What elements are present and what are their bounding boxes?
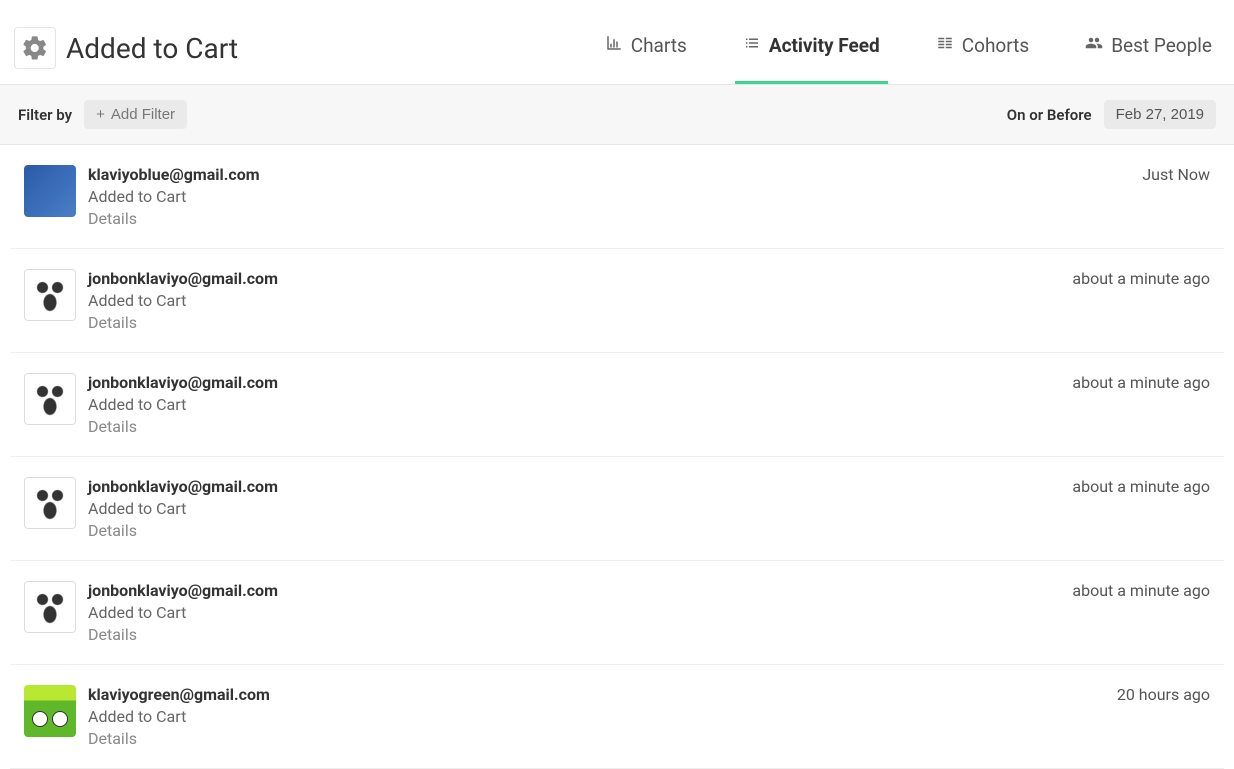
people-icon [1085, 34, 1103, 57]
add-filter-label: Add Filter [111, 106, 175, 123]
feed-timestamp: about a minute ago [1072, 269, 1210, 288]
feed-details-link[interactable]: Details [88, 729, 1105, 748]
nav-tabs: Charts Activity Feed Cohorts Best People [597, 12, 1220, 84]
filter-by-label: Filter by [18, 106, 72, 124]
feed-body: jonbonklaviyo@gmail.com Added to Cart Deta… [88, 581, 1060, 644]
feed-action: Added to Cart [88, 291, 1060, 310]
feed-email[interactable]: klaviyoblue@gmail.com [88, 165, 1130, 184]
gear-icon [14, 27, 56, 69]
grid-icon [936, 34, 954, 57]
tab-cohorts[interactable]: Cohorts [928, 12, 1037, 84]
avatar[interactable] [24, 269, 76, 321]
tab-cohorts-label: Cohorts [962, 34, 1029, 57]
list-icon [743, 34, 761, 57]
feed-email[interactable]: jonbonklaviyo@gmail.com [88, 477, 1060, 496]
feed-timestamp: 20 hours ago [1117, 685, 1210, 704]
feed-body: jonbonklaviyo@gmail.com Added to Cart Deta… [88, 477, 1060, 540]
feed-body: jonbonklaviyo@gmail.com Added to Cart Deta… [88, 269, 1060, 332]
page-title: Added to Cart [66, 32, 238, 65]
feed-email[interactable]: klaviyogreen@gmail.com [88, 685, 1105, 704]
feed-email[interactable]: jonbonklaviyo@gmail.com [88, 581, 1060, 600]
feed-item: jonbonklaviyo@gmail.com Added to Cart Deta… [10, 249, 1224, 353]
feed-item: klaviyoblue@gmail.com Added to Cart Detail… [10, 145, 1224, 249]
feed-item: jonbonklaviyo@gmail.com Added to Cart Deta… [10, 353, 1224, 457]
feed-action: Added to Cart [88, 603, 1060, 622]
feed-item: jonbonklaviyo@gmail.com Added to Cart Deta… [10, 561, 1224, 665]
feed-details-link[interactable]: Details [88, 209, 1130, 228]
page-header: Added to Cart Charts Activity Feed Cohor… [0, 0, 1234, 85]
feed-details-link[interactable]: Details [88, 313, 1060, 332]
header-left: Added to Cart [14, 27, 238, 69]
feed-action: Added to Cart [88, 187, 1130, 206]
feed-item: jonbonklaviyo@gmail.com Added to Cart Deta… [10, 457, 1224, 561]
feed-timestamp: about a minute ago [1072, 477, 1210, 496]
feed-item: klaviyogreen@gmail.com Added to Cart Detai… [10, 665, 1224, 769]
filter-right: On or Before Feb 27, 2019 [1007, 100, 1216, 129]
feed-timestamp: about a minute ago [1072, 373, 1210, 392]
feed-email[interactable]: jonbonklaviyo@gmail.com [88, 269, 1060, 288]
filter-left: Filter by + Add Filter [18, 100, 187, 129]
date-filter-button[interactable]: Feb 27, 2019 [1104, 100, 1216, 129]
avatar[interactable] [24, 477, 76, 529]
feed-details-link[interactable]: Details [88, 625, 1060, 644]
feed-action: Added to Cart [88, 395, 1060, 414]
feed-action: Added to Cart [88, 499, 1060, 518]
filter-bar: Filter by + Add Filter On or Before Feb … [0, 85, 1234, 145]
avatar[interactable] [24, 373, 76, 425]
feed-timestamp: Just Now [1142, 165, 1210, 184]
feed-body: klaviyogreen@gmail.com Added to Cart Detai… [88, 685, 1105, 748]
feed-body: klaviyoblue@gmail.com Added to Cart Detail… [88, 165, 1130, 228]
tab-charts-label: Charts [631, 34, 687, 57]
chart-icon [605, 34, 623, 57]
feed-details-link[interactable]: Details [88, 417, 1060, 436]
activity-feed-list: klaviyoblue@gmail.com Added to Cart Detail… [0, 145, 1234, 769]
tab-activity-feed-label: Activity Feed [769, 34, 880, 57]
tab-charts[interactable]: Charts [597, 12, 695, 84]
feed-action: Added to Cart [88, 707, 1105, 726]
feed-timestamp: about a minute ago [1072, 581, 1210, 600]
tab-best-people[interactable]: Best People [1077, 12, 1220, 84]
avatar[interactable] [24, 581, 76, 633]
on-or-before-label: On or Before [1007, 106, 1092, 124]
add-filter-button[interactable]: + Add Filter [84, 100, 187, 129]
avatar[interactable] [24, 165, 76, 217]
plus-icon: + [96, 106, 105, 123]
tab-best-people-label: Best People [1111, 34, 1212, 57]
tab-activity-feed[interactable]: Activity Feed [735, 12, 888, 84]
feed-body: jonbonklaviyo@gmail.com Added to Cart Deta… [88, 373, 1060, 436]
feed-details-link[interactable]: Details [88, 521, 1060, 540]
avatar[interactable] [24, 685, 76, 737]
feed-email[interactable]: jonbonklaviyo@gmail.com [88, 373, 1060, 392]
